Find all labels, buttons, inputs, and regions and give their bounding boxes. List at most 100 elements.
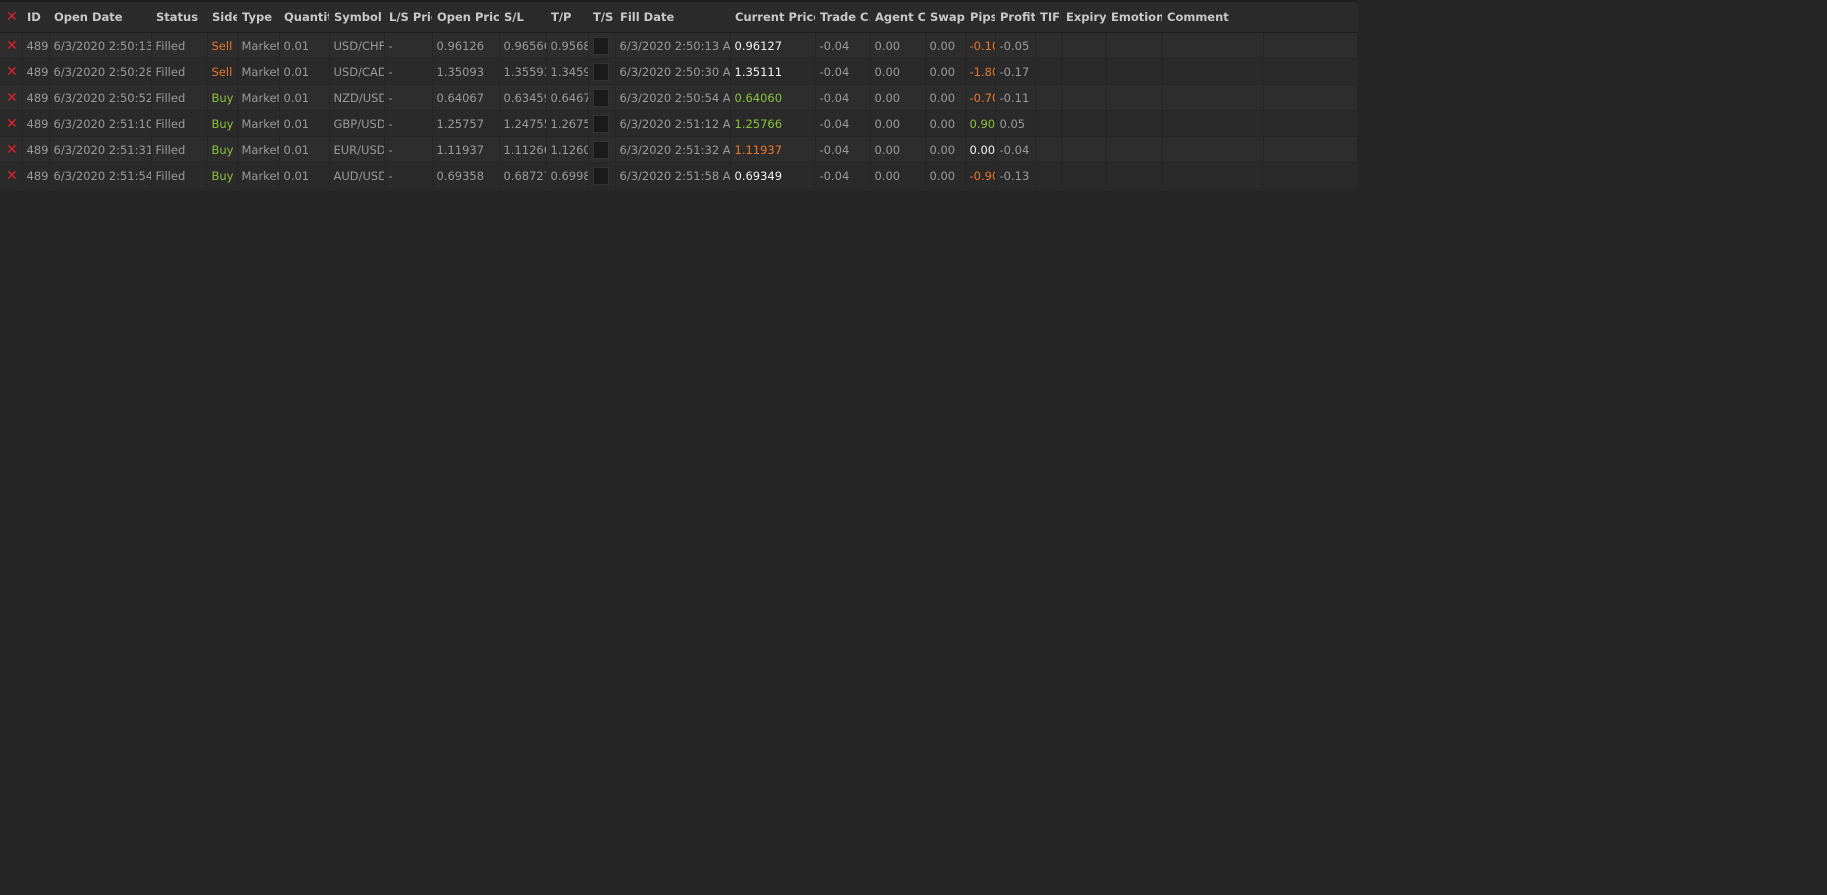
cell-stop-loss: 0.96566 <box>499 32 547 59</box>
cell-side: Buy <box>207 84 238 111</box>
close-order-cell[interactable]: ✕ <box>0 136 23 163</box>
col-header-fill-date[interactable]: Fill Date <box>615 2 730 33</box>
cell-status: Filled <box>151 58 208 85</box>
col-header-swap[interactable]: Swap <box>925 2 965 33</box>
table-row[interactable]: ✕ 48956/3/2020 2:50:28 AMFilledSellMarket… <box>0 58 1358 85</box>
cell-order-id: 4895 <box>22 58 50 85</box>
cell-trailing-stop[interactable] <box>588 162 616 189</box>
close-icon[interactable]: ✕ <box>6 169 18 183</box>
trailing-stop-checkbox[interactable] <box>592 114 609 133</box>
col-header-agent-commission[interactable]: Agent C. <box>870 2 925 33</box>
cell-emotion[interactable] <box>1106 136 1163 163</box>
cell-expiry[interactable] <box>1061 162 1107 189</box>
cell-expiry[interactable] <box>1061 84 1107 111</box>
cell-comment[interactable] <box>1162 136 1264 163</box>
table-row[interactable]: ✕48976/3/2020 2:51:10 AMFilledBuyMarket0… <box>0 110 1358 137</box>
col-header-tif[interactable]: TIF <box>1035 2 1061 33</box>
cell-expiry[interactable] <box>1061 32 1107 59</box>
trailing-stop-checkbox[interactable] <box>592 62 609 81</box>
cell-quantity: 0.01 <box>279 136 330 163</box>
cell-current-price: 0.64060 <box>730 84 816 111</box>
cell-emotion[interactable] <box>1106 58 1163 85</box>
table-row[interactable]: ✕48966/3/2020 2:50:52 AMFilledBuyMarket0… <box>0 84 1358 111</box>
col-header-current-price[interactable]: Current Price <box>730 2 815 33</box>
cell-emotion[interactable] <box>1106 110 1163 137</box>
cell-order-id: 4897 <box>22 110 50 137</box>
col-header-type[interactable]: Type <box>237 2 279 33</box>
col-header-ts[interactable]: T/S <box>588 2 615 33</box>
cell-symbol: USD/CHF <box>329 32 385 59</box>
cell-pips: -0.90 <box>965 162 996 189</box>
cell-ls-price: - <box>384 162 433 189</box>
cell-expiry[interactable] <box>1061 136 1107 163</box>
cell-agent-commission: 0.00 <box>870 136 926 163</box>
cell-agent-commission: 0.00 <box>870 110 926 137</box>
table-row[interactable]: ✕48946/3/2020 2:50:13 AMFilledSellMarket… <box>0 32 1358 59</box>
close-order-cell[interactable]: ✕ <box>0 110 23 137</box>
col-header-pips[interactable]: Pips <box>965 2 995 33</box>
col-header-open-date[interactable]: Open Date <box>49 2 151 33</box>
close-icon[interactable]: ✕ <box>6 10 18 24</box>
col-header-id[interactable]: ID <box>22 2 49 33</box>
cell-emotion[interactable] <box>1106 32 1163 59</box>
col-header-trade-commission[interactable]: Trade C. <box>815 2 870 33</box>
cell-quantity: 0.01 <box>279 84 330 111</box>
cell-comment[interactable] <box>1162 32 1264 59</box>
cell-tif[interactable] <box>1035 84 1062 111</box>
cell-agent-commission: 0.00 <box>870 32 926 59</box>
cell-tif[interactable] <box>1035 110 1062 137</box>
close-icon[interactable]: ✕ <box>6 39 18 53</box>
cell-trailing-stop[interactable] <box>588 58 616 85</box>
cell-expiry[interactable] <box>1061 58 1107 85</box>
cell-trailing-stop[interactable] <box>588 136 616 163</box>
cell-emotion[interactable] <box>1106 84 1163 111</box>
cell-pips: -1.80 <box>965 58 996 85</box>
cell-comment[interactable] <box>1162 110 1264 137</box>
cell-open-price: 1.25757 <box>432 110 500 137</box>
cell-tif[interactable] <box>1035 58 1062 85</box>
col-header-emotion[interactable]: Emotion <box>1106 2 1162 33</box>
table-row[interactable]: ✕48996/3/2020 2:51:54 AMFilledBuyMarket0… <box>0 162 1358 189</box>
trailing-stop-checkbox[interactable] <box>592 140 609 159</box>
close-order-cell[interactable]: ✕ <box>0 162 23 189</box>
trailing-stop-checkbox[interactable] <box>592 88 609 107</box>
close-order-cell[interactable]: ✕ <box>0 58 23 85</box>
col-header-status[interactable]: Status <box>151 2 207 33</box>
cell-swap: 0.00 <box>925 136 966 163</box>
close-icon[interactable]: ✕ <box>6 117 18 131</box>
cell-comment[interactable] <box>1162 58 1264 85</box>
trailing-stop-checkbox[interactable] <box>592 36 609 55</box>
cell-tif[interactable] <box>1035 32 1062 59</box>
cell-trailing-stop[interactable] <box>588 110 616 137</box>
cell-expiry[interactable] <box>1061 110 1107 137</box>
cell-order-type: Market <box>237 162 280 189</box>
close-order-cell[interactable]: ✕ <box>0 84 23 111</box>
trailing-stop-checkbox[interactable] <box>592 166 609 185</box>
close-order-cell[interactable]: ✕ <box>0 32 23 59</box>
cell-quantity: 0.01 <box>279 110 330 137</box>
cell-trailing-stop[interactable] <box>588 84 616 111</box>
cell-emotion[interactable] <box>1106 162 1163 189</box>
col-header-side[interactable]: Side <box>207 2 237 33</box>
col-header-open-price[interactable]: Open Price <box>432 2 499 33</box>
col-header-symbol[interactable]: Symbol <box>329 2 384 33</box>
cell-comment[interactable] <box>1162 84 1264 111</box>
table-row[interactable]: ✕48986/3/2020 2:51:31 AMFilledBuyMarket0… <box>0 136 1358 163</box>
cell-comment[interactable] <box>1162 162 1264 189</box>
col-header-comment[interactable]: Comment <box>1162 2 1263 33</box>
col-header-expiry[interactable]: Expiry <box>1061 2 1106 33</box>
close-all-header[interactable]: ✕ <box>0 2 22 33</box>
close-icon[interactable]: ✕ <box>6 143 18 157</box>
cell-tif[interactable] <box>1035 136 1062 163</box>
col-header-profit[interactable]: Profit <box>995 2 1035 33</box>
col-header-ls-price[interactable]: L/S Price <box>384 2 432 33</box>
col-header-tp[interactable]: T/P <box>546 2 588 33</box>
cell-pips: -0.70 <box>965 84 996 111</box>
col-header-sl[interactable]: S/L <box>499 2 546 33</box>
cell-take-profit: 0.95686 <box>546 32 589 59</box>
close-icon[interactable]: ✕ <box>6 65 18 79</box>
col-header-quantity[interactable]: Quantity <box>279 2 329 33</box>
cell-trailing-stop[interactable] <box>588 32 616 59</box>
close-icon[interactable]: ✕ <box>6 91 18 105</box>
cell-tif[interactable] <box>1035 162 1062 189</box>
